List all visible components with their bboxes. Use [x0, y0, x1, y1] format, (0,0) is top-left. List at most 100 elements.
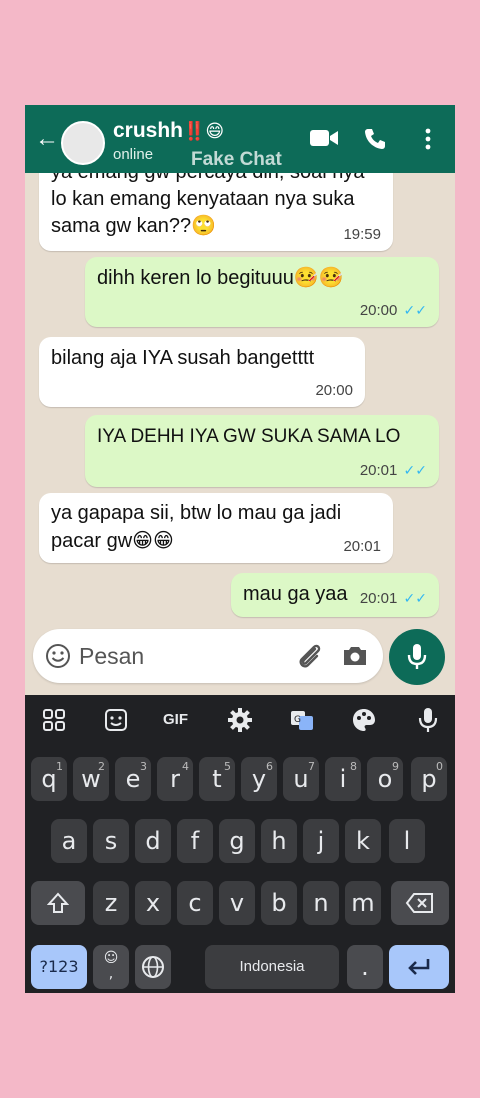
- emoji-icon[interactable]: [45, 643, 71, 669]
- key-s[interactable]: s: [93, 819, 129, 863]
- key-r[interactable]: r4: [157, 757, 193, 801]
- video-call-icon[interactable]: [309, 127, 339, 149]
- sticker-icon[interactable]: [101, 705, 131, 735]
- contact-status: online: [113, 146, 154, 163]
- message-text-line: ya emang gw percaya diri, soal nya: [51, 173, 365, 186]
- message-text: IYA DEHH IYA GW SUKA SAMA LO: [97, 426, 401, 447]
- key-c[interactable]: c: [177, 881, 213, 925]
- message-text: bilang aja IYA susah bangetttt: [51, 347, 315, 369]
- message-input-placeholder: Pesan: [79, 643, 145, 669]
- message-bubble-outgoing[interactable]: dihh keren lo begituuu🤒🤒 20:00 ✓✓: [85, 257, 439, 327]
- emoji-comma-key[interactable]: ☺ ,: [93, 945, 129, 989]
- key-d[interactable]: d: [135, 819, 171, 863]
- key-hint: 3: [140, 760, 147, 773]
- theme-palette-icon[interactable]: [349, 705, 379, 735]
- shift-key[interactable]: [31, 881, 85, 925]
- message-bubble-incoming[interactable]: bilang aja IYA susah bangetttt 20:00: [39, 337, 365, 407]
- period-key[interactable]: .: [347, 945, 383, 989]
- key-m[interactable]: m: [345, 881, 381, 925]
- key-label: e: [125, 765, 141, 793]
- microphone-icon: [407, 644, 427, 669]
- emoji-small-icon: ☺: [103, 950, 119, 966]
- symbols-key[interactable]: ?123: [31, 945, 87, 989]
- key-n[interactable]: n: [303, 881, 339, 925]
- voice-typing-icon[interactable]: [413, 705, 443, 735]
- key-e[interactable]: e3: [115, 757, 151, 801]
- key-hint: 6: [266, 760, 273, 773]
- shift-icon: [46, 892, 70, 913]
- key-label: y: [251, 765, 267, 793]
- key-label: p: [421, 765, 437, 793]
- read-ticks-icon: ✓✓: [403, 462, 427, 478]
- key-label: r: [170, 765, 180, 793]
- key-a[interactable]: a: [51, 819, 87, 863]
- message-time: 20:01 ✓✓: [360, 462, 427, 479]
- message-bubble-outgoing[interactable]: mau ga yaa 20:01 ✓✓: [231, 573, 439, 617]
- key-f[interactable]: f: [177, 819, 213, 863]
- key-h[interactable]: h: [261, 819, 297, 863]
- enter-key[interactable]: [389, 945, 449, 989]
- key-t[interactable]: t5: [199, 757, 235, 801]
- key-g[interactable]: g: [219, 819, 255, 863]
- key-hint: 1: [56, 760, 63, 773]
- contact-name-text: crushh: [113, 119, 184, 142]
- message-text: dihh keren lo begituuu🤒🤒: [97, 267, 344, 289]
- key-hint: 5: [224, 760, 231, 773]
- key-w[interactable]: w2: [73, 757, 109, 801]
- contact-name[interactable]: crushh‼️😄: [113, 119, 224, 143]
- more-options-icon[interactable]: [423, 127, 433, 151]
- key-hint: 8: [350, 760, 357, 773]
- message-time-text: 20:01: [359, 462, 398, 479]
- language-globe-key[interactable]: [135, 945, 171, 989]
- message-time: 20:01 ✓✓: [360, 590, 427, 607]
- key-l[interactable]: l: [389, 819, 425, 863]
- message-time-text: 20:01: [359, 590, 398, 607]
- settings-gear-icon[interactable]: [225, 705, 255, 735]
- backspace-key[interactable]: [391, 881, 449, 925]
- camera-icon[interactable]: [341, 644, 369, 668]
- phone-screen: ← crushh‼️😄 online Fake Chat ya emang gw…: [25, 105, 455, 993]
- message-text: ya emang gw percaya diri, soal nya lo ka…: [51, 173, 365, 240]
- chat-header: ← crushh‼️😄 online Fake Chat: [25, 105, 455, 173]
- key-o[interactable]: o9: [367, 757, 403, 801]
- key-label: i: [339, 765, 347, 793]
- apps-grid-icon[interactable]: [39, 705, 69, 735]
- key-k[interactable]: k: [345, 819, 381, 863]
- read-ticks-icon: ✓✓: [403, 590, 427, 606]
- key-hint: 0: [436, 760, 443, 773]
- key-y[interactable]: y6: [241, 757, 277, 801]
- message-bubble-outgoing[interactable]: IYA DEHH IYA GW SUKA SAMA LO 20:01 ✓✓: [85, 415, 439, 487]
- attach-icon[interactable]: [295, 641, 323, 671]
- key-b[interactable]: b: [261, 881, 297, 925]
- message-bubble-incoming[interactable]: ya emang gw percaya diri, soal nya lo ka…: [39, 173, 393, 251]
- voice-record-button[interactable]: [389, 629, 445, 685]
- key-label: q: [41, 765, 57, 793]
- keyboard: GIF G q1 w2 e3 r4 t5 y6 u7 i8 o9 p 0 a s…: [25, 695, 455, 993]
- key-q[interactable]: q1: [31, 757, 67, 801]
- message-time: 20:00: [315, 382, 353, 399]
- key-z[interactable]: z: [93, 881, 129, 925]
- key-u[interactable]: u7: [283, 757, 319, 801]
- back-arrow-icon[interactable]: ←: [35, 127, 59, 151]
- key-x[interactable]: x: [135, 881, 171, 925]
- gif-button[interactable]: GIF: [163, 711, 188, 728]
- message-text-line: ya gapapa sii, btw lo mau ga jadi: [51, 502, 342, 524]
- message-bubble-incoming[interactable]: ya gapapa sii, btw lo mau ga jadi pacar …: [39, 493, 393, 563]
- message-text-line: pacar gw😁😁: [51, 530, 174, 552]
- avatar[interactable]: [61, 121, 105, 165]
- translate-icon[interactable]: G: [287, 705, 317, 735]
- message-text-line: lo kan emang kenyataan nya suka: [51, 188, 355, 210]
- key-i[interactable]: i8: [325, 757, 361, 801]
- key-j[interactable]: j: [303, 819, 339, 863]
- key-hint: 7: [308, 760, 315, 773]
- space-bar[interactable]: Indonesia: [205, 945, 339, 989]
- key-v[interactable]: v: [219, 881, 255, 925]
- key-p[interactable]: p0: [411, 757, 447, 801]
- read-ticks-icon: ✓✓: [403, 302, 427, 318]
- svg-text:G: G: [294, 715, 301, 725]
- key-hint: 2: [98, 760, 105, 773]
- phone-call-icon[interactable]: [363, 127, 387, 151]
- watermark: Fake Chat: [191, 149, 282, 170]
- message-input[interactable]: Pesan: [33, 629, 383, 683]
- key-label: u: [293, 765, 309, 793]
